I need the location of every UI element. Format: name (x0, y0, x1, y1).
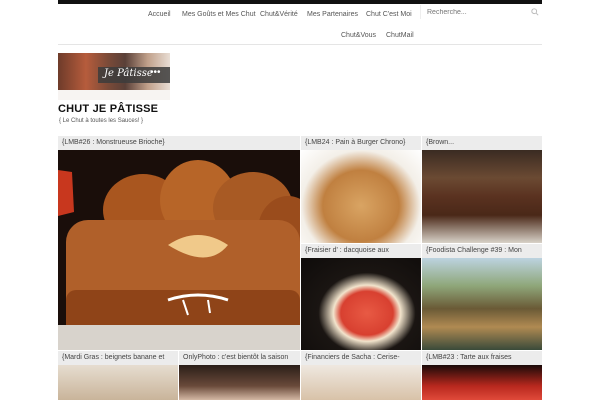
site-title[interactable]: CHUT JE PÂTISSE (58, 103, 158, 115)
post-image (422, 365, 542, 400)
post-title[interactable]: {Financiers de Sacha : Cerise- (301, 351, 421, 365)
post-title[interactable]: {LMB24 : Pain à Burger Chrono} (301, 136, 421, 150)
post-title[interactable]: {LMB#23 : Tarte aux fraises (422, 351, 542, 365)
post-tile-onlyphoto[interactable]: OnlyPhoto : c'est bientôt la saison (179, 351, 300, 400)
site-tagline: { Le Chut à toutes les Sauces! } (59, 118, 144, 124)
post-image (301, 365, 421, 400)
nav-item-gouts[interactable]: Mes Goûts et Mes Chut (182, 11, 256, 18)
post-tile-financiers[interactable]: {Financiers de Sacha : Cerise- (301, 351, 421, 400)
site-logo[interactable]: Je Pâtisse ••• (58, 53, 170, 100)
nav-item-vous[interactable]: Chut&Vous (341, 32, 376, 39)
nav-item-partenaires[interactable]: Mes Partenaires (307, 11, 358, 18)
post-title[interactable]: {Fraisier d' : dacquoise aux (301, 244, 421, 258)
post-image (422, 150, 542, 243)
search-box (420, 5, 543, 19)
search-input[interactable] (427, 7, 523, 17)
post-title[interactable]: {Brown... (422, 136, 542, 150)
logo-text: Je Pâtisse (104, 68, 153, 79)
post-tile-brownie[interactable]: {Brown... (422, 136, 542, 243)
nav-item-verite[interactable]: Chut&Vérité (260, 11, 298, 18)
post-tile-mardi-gras[interactable]: {Mardi Gras : beignets banane et (58, 351, 178, 400)
post-image (301, 150, 421, 243)
post-title[interactable]: {Mardi Gras : beignets banane et (58, 351, 178, 365)
post-tile-foodista[interactable]: {Foodista Challenge #39 : Mon (422, 244, 542, 350)
post-tile-burger[interactable]: {LMB24 : Pain à Burger Chrono} (301, 136, 421, 243)
logo-dots: ••• (150, 67, 161, 78)
post-image (58, 150, 300, 350)
post-image (422, 258, 542, 350)
post-image (179, 365, 300, 400)
logo-strip (58, 90, 170, 100)
nav-item-accueil[interactable]: Accueil (148, 11, 171, 18)
nav-item-mail[interactable]: ChutMail (386, 32, 414, 39)
post-title[interactable]: OnlyPhoto : c'est bientôt la saison (179, 351, 300, 365)
search-icon[interactable] (531, 8, 539, 16)
post-tile-tarte-fraises[interactable]: {LMB#23 : Tarte aux fraises (422, 351, 542, 400)
post-tile-brioche[interactable]: {LMB#26 : Monstrueuse Brioche} (58, 136, 300, 350)
post-image (58, 365, 178, 400)
brioche-illustration (58, 150, 300, 350)
nav-item-moi[interactable]: Chut C'est Moi (366, 11, 412, 18)
post-title[interactable]: {Foodista Challenge #39 : Mon (422, 244, 542, 258)
post-tile-fraisier[interactable]: {Fraisier d' : dacquoise aux (301, 244, 421, 350)
post-image (301, 258, 421, 350)
post-title[interactable]: {LMB#26 : Monstrueuse Brioche} (58, 136, 300, 150)
